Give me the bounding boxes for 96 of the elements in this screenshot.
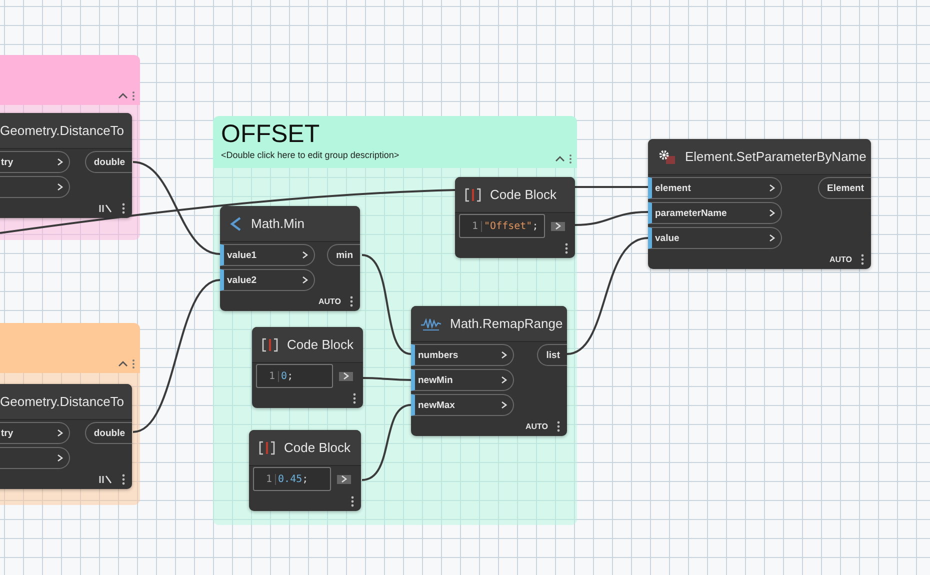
output-port[interactable]: Element [818, 177, 871, 199]
collapse-caret-icon[interactable] [118, 93, 128, 99]
input-port[interactable] [0, 176, 70, 198]
chevron-icon [501, 351, 507, 359]
code-field[interactable]: 1 0.45; [253, 467, 331, 491]
group-title: OFFSET [221, 120, 321, 148]
chevron-icon [57, 183, 63, 191]
input-port[interactable] [0, 447, 70, 469]
group-header[interactable]: OFFSET <Double click here to edit group description> [213, 116, 577, 168]
node-card[interactable]: Code Block 1 0.45; [249, 430, 361, 511]
input-port[interactable]: try [0, 151, 70, 173]
node-header[interactable]: Geometry.DistanceTo [0, 113, 132, 149]
node-card[interactable]: Math.Min value1 value2 min AUTO [220, 206, 360, 311]
chevron-icon [302, 276, 308, 284]
code-line: 0; [281, 370, 294, 382]
node-card[interactable]: Geometry.DistanceTo try double [0, 384, 132, 489]
input-port[interactable]: numbers [411, 344, 514, 366]
output-port[interactable] [339, 372, 353, 380]
more-icon[interactable] [565, 242, 568, 254]
code-line: "Offset"; [484, 220, 538, 232]
more-icon[interactable] [557, 420, 560, 432]
chevron-icon [555, 222, 561, 230]
chevron-icon [57, 158, 63, 166]
node-card[interactable]: Element.SetParameterByName element parameterName value Element AUTO [648, 139, 871, 269]
output-port[interactable]: min [327, 244, 360, 266]
input-port[interactable]: newMin [411, 369, 514, 391]
chevron-icon [343, 372, 349, 380]
more-icon[interactable] [122, 474, 125, 484]
more-icon[interactable] [350, 296, 353, 306]
chevron-icon [501, 376, 507, 384]
chevron-icon [57, 454, 63, 462]
node-card[interactable]: Code Block 1 "Offset"; [455, 177, 575, 258]
input-port[interactable]: element [648, 177, 782, 199]
node-header[interactable]: Math.Min [220, 206, 360, 242]
lacing-label[interactable]: AUTO [318, 296, 341, 306]
more-icon[interactable] [122, 202, 125, 214]
more-icon[interactable] [351, 496, 354, 506]
more-icon[interactable] [132, 359, 135, 369]
node-title: Code Block [287, 337, 354, 352]
code-field[interactable]: 1 0; [256, 364, 333, 388]
line-number: 1 [254, 474, 276, 484]
chevron-icon [341, 475, 347, 483]
node-header[interactable]: Code Block [252, 327, 363, 363]
brackets-icon [262, 338, 278, 352]
node-header[interactable]: Element.SetParameterByName [648, 139, 871, 175]
collapse-caret-icon[interactable] [118, 361, 128, 367]
line-number: 1 [460, 220, 482, 232]
node-title: Code Block [490, 187, 556, 202]
less-than-icon [230, 216, 242, 230]
code-line: 0.45; [278, 474, 308, 484]
node-card[interactable]: Math.RemapRange numbers newMin newMax list AUTO [411, 306, 567, 436]
output-port[interactable] [551, 222, 565, 230]
node-header[interactable]: Code Block [455, 177, 575, 213]
chevron-icon [57, 429, 63, 437]
input-port[interactable]: value [648, 227, 782, 249]
chevron-icon [769, 184, 775, 192]
code-field[interactable]: 1 "Offset"; [459, 214, 545, 238]
node-title: Code Block [284, 440, 350, 455]
output-port[interactable]: double [84, 151, 132, 173]
more-icon[interactable] [353, 392, 356, 404]
brackets-icon [259, 440, 275, 454]
chevron-icon [501, 401, 507, 409]
brackets-icon [465, 188, 481, 202]
collapse-caret-icon[interactable] [555, 156, 565, 162]
input-port[interactable]: value1 [220, 244, 315, 266]
output-port[interactable] [337, 474, 351, 484]
node-header[interactable]: Code Block [249, 430, 361, 466]
waveform-icon [421, 316, 441, 330]
gear-icon [658, 148, 676, 164]
node-title: Geometry.DistanceTo [0, 123, 124, 138]
line-number: 1 [257, 370, 280, 382]
lacing-icon[interactable] [99, 474, 113, 484]
node-title: Math.RemapRange [450, 316, 563, 331]
group-description[interactable]: <Double click here to edit group description> [221, 150, 571, 160]
output-port[interactable]: double [84, 422, 132, 444]
wire [363, 377, 411, 381]
output-port[interactable]: list [537, 344, 567, 366]
more-icon[interactable] [569, 154, 572, 164]
chevron-icon [769, 209, 775, 217]
node-title: Element.SetParameterByName [685, 149, 866, 164]
input-port[interactable]: value2 [220, 269, 315, 291]
node-card[interactable]: Code Block 1 0; [252, 327, 363, 408]
node-header[interactable]: Math.RemapRange [411, 306, 567, 342]
more-icon[interactable] [861, 254, 864, 264]
chevron-icon [302, 251, 308, 259]
chevron-icon [769, 234, 775, 242]
input-port[interactable]: parameterName [648, 202, 782, 224]
node-title: Geometry.DistanceTo [0, 394, 124, 409]
lacing-icon[interactable] [99, 204, 113, 212]
lacing-label[interactable]: AUTO [525, 422, 548, 430]
node-title: Math.Min [251, 216, 304, 231]
node-header[interactable]: Geometry.DistanceTo [0, 384, 132, 420]
node-card[interactable]: Geometry.DistanceTo try double [0, 113, 132, 218]
input-port[interactable]: try [0, 422, 70, 444]
input-port[interactable]: newMax [411, 394, 514, 416]
lacing-label[interactable]: AUTO [829, 254, 852, 264]
